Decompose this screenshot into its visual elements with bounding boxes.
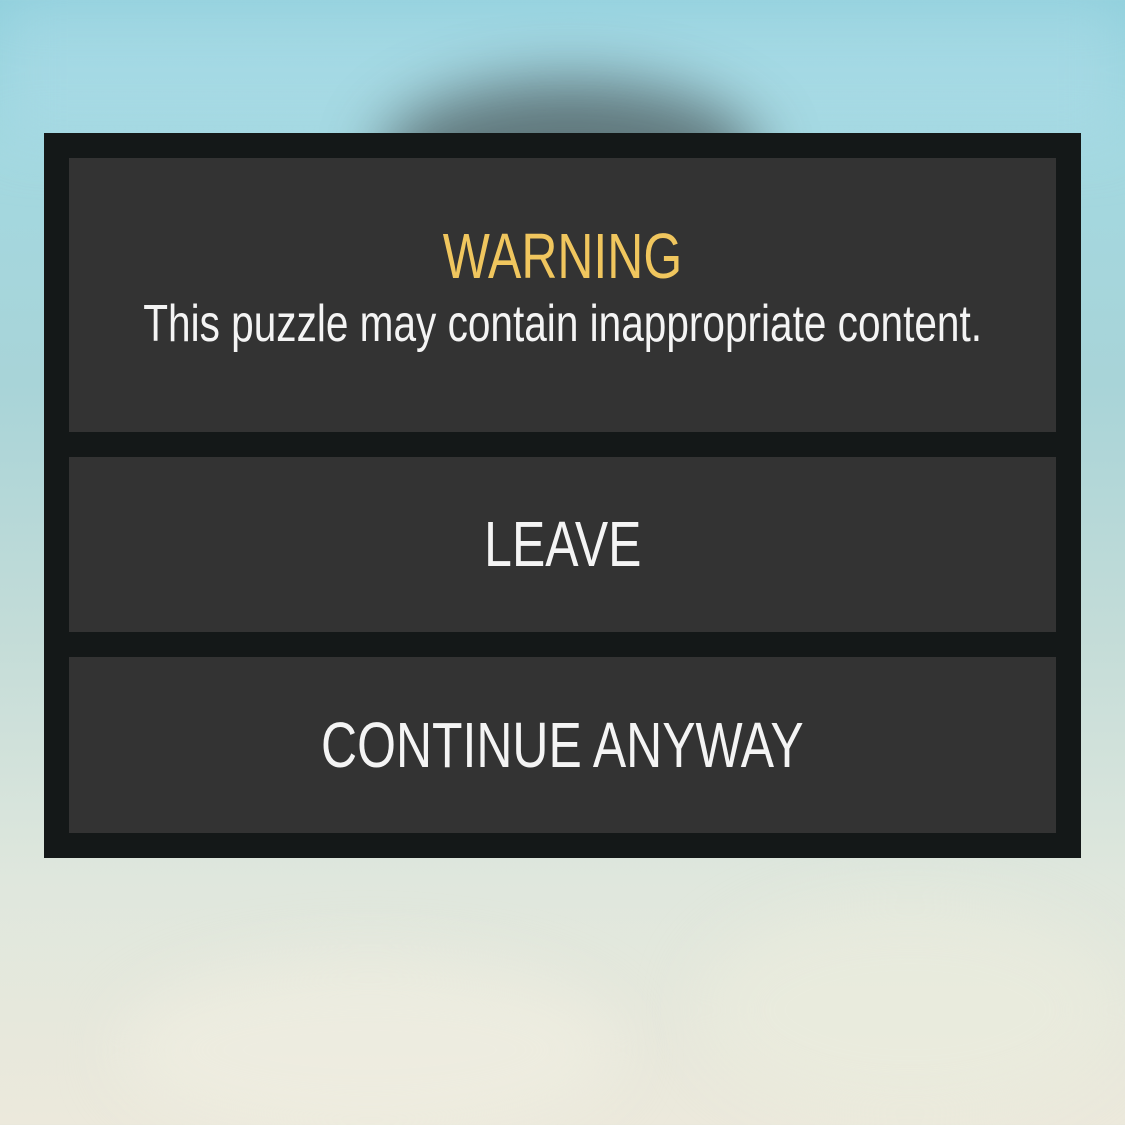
- leave-button-label: LEAVE: [483, 508, 642, 581]
- background-blurred-light: [700, 900, 1120, 1120]
- content-warning-dialog: WARNING This puzzle may contain inapprop…: [44, 133, 1081, 858]
- warning-message-panel: WARNING This puzzle may contain inapprop…: [69, 158, 1056, 432]
- leave-button[interactable]: LEAVE: [69, 456, 1056, 633]
- continue-anyway-button-label: CONTINUE ANYWAY: [321, 709, 804, 782]
- background-blurred-light: [120, 960, 620, 1125]
- warning-title: WARNING: [442, 219, 683, 292]
- continue-anyway-button[interactable]: CONTINUE ANYWAY: [69, 657, 1056, 834]
- warning-message: This puzzle may contain inappropriate co…: [143, 294, 982, 353]
